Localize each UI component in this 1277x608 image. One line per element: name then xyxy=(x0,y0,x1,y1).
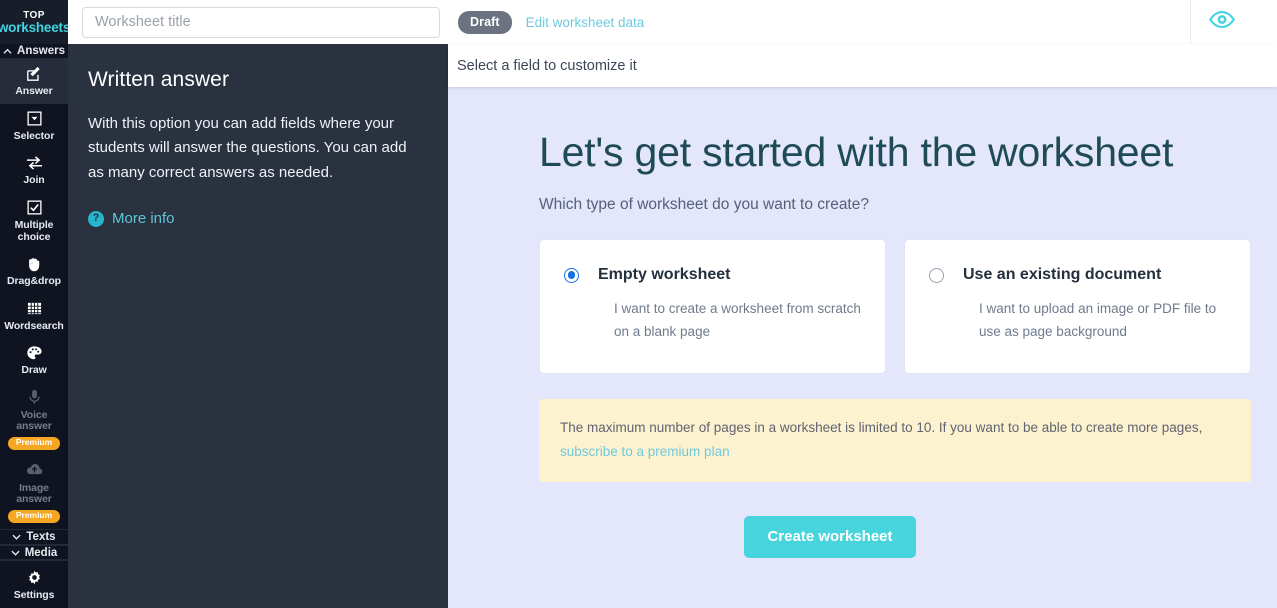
sidebar-section-answers[interactable]: Answers xyxy=(0,44,68,60)
arrows-exchange-icon xyxy=(26,153,43,172)
app-root: TOP worksheets Draft Edit worksheet data xyxy=(0,0,1277,608)
left-sidebar: Answers Answer Selector Join Multiple ch… xyxy=(0,44,68,608)
app-logo[interactable]: TOP worksheets xyxy=(0,0,71,44)
premium-badge-image: Premium xyxy=(7,509,61,523)
option-description-existing-document: I want to upload an image or PDF file to… xyxy=(979,301,1217,339)
worksheet-canvas: Let's get started with the worksheet Whi… xyxy=(448,87,1277,608)
sidebar-item-image-answer[interactable]: Image answer Premium xyxy=(0,455,68,529)
info-panel-body: With this option you can add fields wher… xyxy=(88,115,407,181)
body-row: Answers Answer Selector Join Multiple ch… xyxy=(0,44,1277,608)
sidebar-item-wordsearch[interactable]: Wordsearch xyxy=(0,293,68,339)
sidebar-item-draw[interactable]: Draw xyxy=(0,338,68,383)
status-badge: Draft xyxy=(458,10,512,34)
option-description-empty-worksheet: I want to create a worksheet from scratc… xyxy=(614,301,861,339)
question-circle-icon: ? xyxy=(88,210,104,227)
sidebar-item-voice-answer[interactable]: Voice answer Premium xyxy=(0,382,68,456)
option-card-empty-worksheet[interactable]: Empty worksheet I want to create a works… xyxy=(539,239,886,375)
cloud-upload-icon xyxy=(26,461,43,480)
sidebar-item-drag-drop-label: Drag&drop xyxy=(7,275,61,288)
sidebar-item-voice-answer-label: Voice answer xyxy=(16,408,52,433)
sidebar-section-media-label: Media xyxy=(24,546,58,559)
sidebar-item-settings[interactable]: Settings xyxy=(0,560,68,608)
page-limit-notice: The maximum number of pages in a workshe… xyxy=(539,399,1251,482)
top-bar: TOP worksheets Draft Edit worksheet data xyxy=(0,0,1277,44)
edit-worksheet-data-link[interactable]: Edit worksheet data xyxy=(526,15,645,30)
page-title: Let's get started with the worksheet xyxy=(539,129,1174,175)
customize-field-text: Select a field to customize it xyxy=(457,57,637,74)
create-button-row: Create worksheet xyxy=(466,515,1259,558)
option-card-existing-document[interactable]: Use an existing document I want to uploa… xyxy=(904,239,1251,375)
page-limit-notice-text: The maximum number of pages in a workshe… xyxy=(560,420,1203,436)
sidebar-item-multiple-choice-label: Multiple choice xyxy=(14,219,54,243)
top-bar-content: Draft Edit worksheet data xyxy=(68,0,1277,44)
sidebar-item-settings-label: Settings xyxy=(13,589,55,602)
chevron-down-icon xyxy=(12,532,21,541)
dropdown-box-icon xyxy=(26,109,42,128)
create-worksheet-button[interactable]: Create worksheet xyxy=(744,515,916,558)
customize-field-bar: Select a field to customize it xyxy=(448,44,1277,87)
worksheet-type-options: Empty worksheet I want to create a works… xyxy=(539,239,1251,375)
sidebar-item-wordsearch-label: Wordsearch xyxy=(4,319,64,332)
sidebar-item-drag-drop[interactable]: Drag&drop xyxy=(0,249,68,294)
grid-table-icon xyxy=(27,299,42,318)
top-bar-right-group xyxy=(1190,0,1245,44)
sidebar-item-answer[interactable]: Answer xyxy=(0,59,68,104)
microphone-icon xyxy=(28,388,41,407)
subscribe-premium-link[interactable]: subscribe to a premium plan xyxy=(560,444,730,459)
page-subtitle: Which type of worksheet do you want to c… xyxy=(539,196,869,213)
sidebar-item-join[interactable]: Join xyxy=(0,148,68,194)
sidebar-item-draw-label: Draw xyxy=(21,364,47,377)
info-panel-title: Written answer xyxy=(88,68,230,91)
sidebar-section-texts[interactable]: Texts xyxy=(0,528,68,545)
radio-empty-worksheet[interactable] xyxy=(564,267,579,283)
logo-worksheets-text: worksheets xyxy=(0,20,71,36)
field-info-panel: Written answer With this option you can … xyxy=(68,44,448,608)
premium-badge-voice: Premium xyxy=(7,436,61,450)
sidebar-section-answers-label: Answers xyxy=(17,45,65,58)
preview-eye-icon[interactable] xyxy=(1209,10,1235,34)
main-column: Select a field to customize it Let's get… xyxy=(448,44,1277,608)
gear-icon xyxy=(27,568,42,587)
sidebar-section-media[interactable]: Media xyxy=(0,544,68,561)
sidebar-item-multiple-choice[interactable]: Multiple choice xyxy=(0,193,68,250)
palette-icon xyxy=(26,343,42,362)
sidebar-item-join-label: Join xyxy=(23,174,45,187)
more-info-link[interactable]: ? More info xyxy=(88,210,426,227)
option-title-existing-document: Use an existing document xyxy=(963,266,1162,283)
chevron-down-icon xyxy=(11,548,20,557)
sidebar-section-texts-label: Texts xyxy=(26,530,56,543)
sidebar-item-image-answer-label: Image answer xyxy=(16,481,52,506)
worksheet-title-input[interactable] xyxy=(82,6,440,38)
sidebar-item-selector-label: Selector xyxy=(13,129,55,142)
radio-existing-document[interactable] xyxy=(929,267,944,283)
hand-grab-icon xyxy=(26,254,42,273)
chevron-up-icon xyxy=(3,47,12,56)
sidebar-item-answer-label: Answer xyxy=(15,85,53,98)
sidebar-item-selector[interactable]: Selector xyxy=(0,103,68,149)
checkbox-checked-icon xyxy=(26,198,42,217)
option-title-empty-worksheet: Empty worksheet xyxy=(598,266,731,283)
more-info-label: More info xyxy=(112,210,175,228)
pencil-square-icon xyxy=(26,64,42,83)
